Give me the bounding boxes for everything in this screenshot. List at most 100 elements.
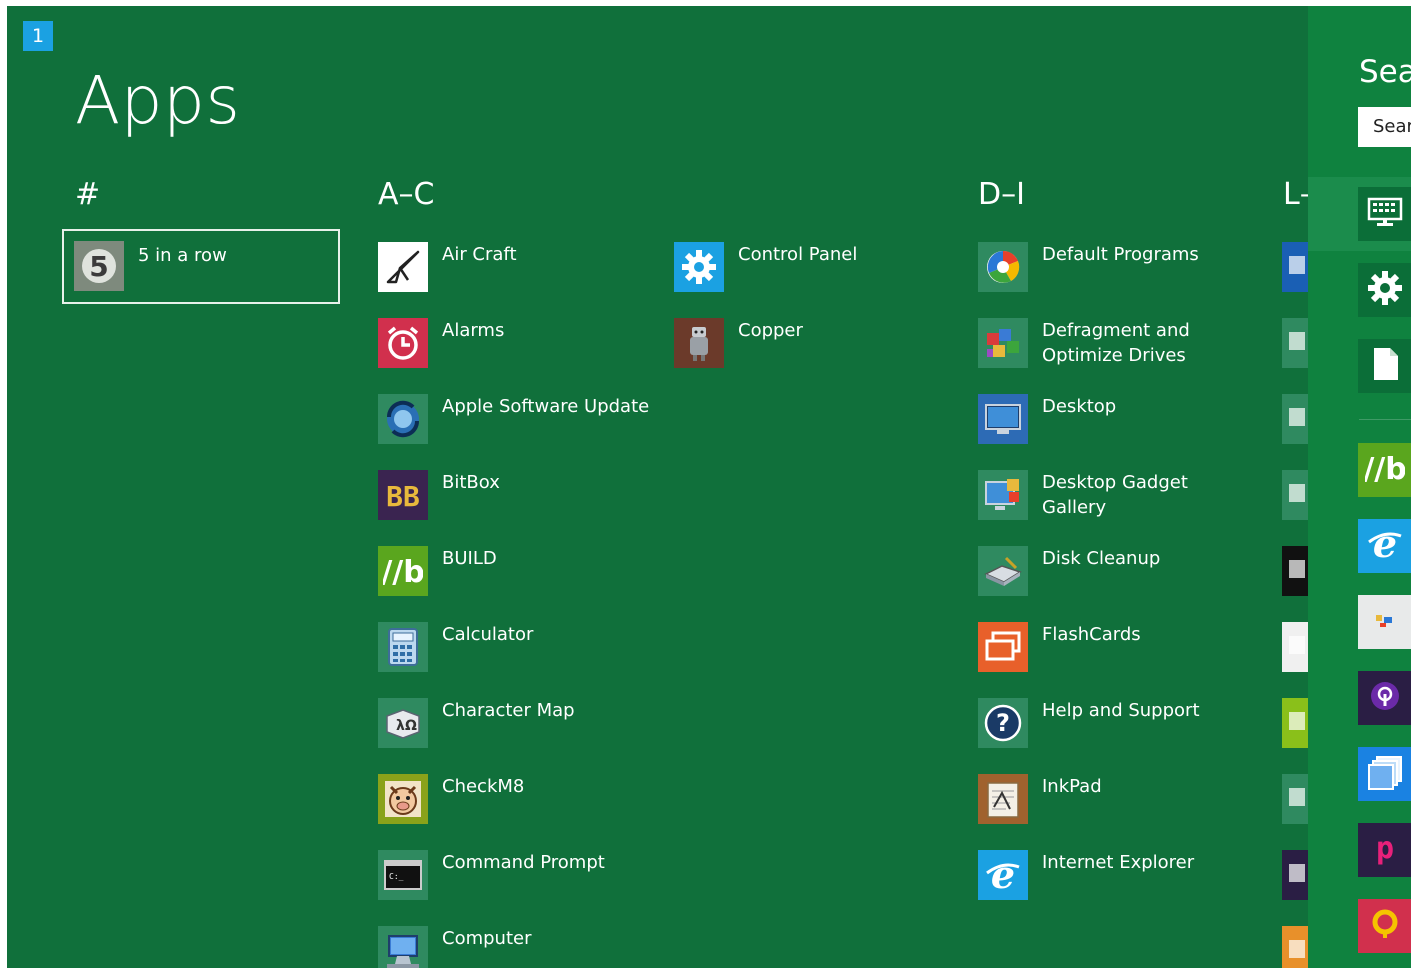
charm-flashcards-stack[interactable] bbox=[1358, 747, 1411, 801]
apple-update-icon bbox=[378, 394, 428, 444]
app-label: BitBox bbox=[442, 472, 500, 493]
app-tile[interactable] bbox=[1282, 850, 1308, 900]
control-panel-gear-icon bbox=[674, 242, 724, 292]
charm-internet-explorer[interactable]: e bbox=[1358, 519, 1411, 573]
app-tile[interactable]: Desktop bbox=[978, 394, 1268, 454]
settings-gear-icon bbox=[1366, 269, 1404, 311]
app-label: CheckM8 bbox=[442, 776, 525, 797]
partial-app-icon bbox=[1285, 934, 1305, 968]
charm-p-app[interactable]: p bbox=[1358, 823, 1411, 877]
partial-app-icon bbox=[1285, 554, 1305, 588]
search-app-icon bbox=[1367, 906, 1403, 946]
app-label: Alarms bbox=[442, 320, 505, 341]
app-tile[interactable] bbox=[1282, 622, 1308, 672]
document-icon bbox=[1370, 346, 1400, 386]
internet-explorer-icon: e bbox=[978, 850, 1028, 900]
app-label: Desktop Gadget Gallery bbox=[1042, 472, 1188, 518]
app-tile[interactable]: e Internet Explorer bbox=[978, 850, 1268, 910]
app-label: Air Craft bbox=[442, 244, 517, 265]
map-app-icon bbox=[1370, 605, 1400, 639]
app-tile[interactable]: CheckM8 bbox=[378, 774, 668, 834]
app-tile[interactable]: Disk Cleanup bbox=[978, 546, 1268, 606]
app-tile[interactable]: Air Craft bbox=[378, 242, 668, 302]
disk-cleanup-icon bbox=[978, 546, 1028, 596]
charm-map-app[interactable] bbox=[1358, 595, 1411, 649]
app-tile[interactable]: Copper bbox=[674, 318, 964, 378]
group-header-d-i[interactable]: D–I bbox=[978, 180, 1025, 210]
charm-build[interactable]: //b bbox=[1358, 443, 1411, 497]
page-title: Apps bbox=[75, 62, 241, 139]
svg-text:e: e bbox=[991, 855, 1015, 895]
app-tile[interactable]: Computer bbox=[378, 926, 668, 968]
app-tile[interactable]: Desktop Gadget Gallery bbox=[978, 470, 1268, 530]
app-tile[interactable]: InkPad bbox=[978, 774, 1268, 834]
screen-number-badge: 1 bbox=[23, 21, 53, 51]
app-tile[interactable] bbox=[1282, 774, 1308, 824]
app-tile[interactable] bbox=[1282, 318, 1308, 368]
app-tile[interactable] bbox=[1282, 926, 1308, 968]
app-label: InkPad bbox=[1042, 776, 1102, 797]
app-tile[interactable]: Apple Software Update bbox=[378, 394, 668, 454]
group-header-a-c[interactable]: A–C bbox=[378, 180, 434, 210]
charm-document[interactable] bbox=[1358, 339, 1411, 393]
app-tile[interactable]: BB BitBox bbox=[378, 470, 668, 530]
partial-app-icon bbox=[1285, 858, 1305, 892]
svg-text:e: e bbox=[1372, 524, 1396, 564]
internet-explorer-icon: e bbox=[1365, 521, 1405, 568]
app-label: Computer bbox=[442, 928, 532, 949]
app-tile[interactable]: //b BUILD bbox=[378, 546, 668, 606]
p-app-icon: p bbox=[1367, 830, 1403, 870]
charm-divider bbox=[1359, 419, 1411, 420]
group-header-hash[interactable]: # bbox=[75, 180, 100, 210]
app-tile[interactable]: C:_ Command Prompt bbox=[378, 850, 668, 910]
defragment-icon bbox=[978, 318, 1028, 368]
app-label: Defragment and Optimize Drives bbox=[1042, 320, 1190, 366]
five-in-a-row-icon: 5 bbox=[74, 241, 124, 291]
partial-app-icon bbox=[1285, 706, 1305, 740]
app-label: BUILD bbox=[442, 548, 497, 569]
flashcards-icon bbox=[978, 622, 1028, 672]
app-tile[interactable]: Default Programs bbox=[978, 242, 1268, 302]
svg-text:Ω: Ω bbox=[405, 718, 417, 734]
app-tile[interactable]: ? Help and Support bbox=[978, 698, 1268, 758]
app-label: Command Prompt bbox=[442, 852, 605, 873]
app-label: Default Programs bbox=[1042, 244, 1199, 265]
podcast-icon bbox=[1367, 678, 1403, 718]
command-prompt-icon: C:_ bbox=[378, 850, 428, 900]
app-label: Character Map bbox=[442, 700, 575, 721]
desktop-icon bbox=[978, 394, 1028, 444]
app-tile[interactable]: Control Panel bbox=[674, 242, 964, 302]
app-label: Calculator bbox=[442, 624, 534, 645]
partial-app-icon bbox=[1285, 782, 1305, 816]
app-tile[interactable]: Calculator bbox=[378, 622, 668, 682]
app-tile[interactable] bbox=[1282, 698, 1308, 748]
keyboard-icon bbox=[1365, 195, 1405, 233]
app-tile[interactable] bbox=[1282, 394, 1308, 444]
svg-text:BB: BB bbox=[386, 480, 420, 510]
bitbox-icon: BB bbox=[378, 470, 428, 520]
charm-search-app[interactable] bbox=[1358, 899, 1411, 953]
paper-plane-icon bbox=[378, 242, 428, 292]
svg-text:λ: λ bbox=[396, 718, 405, 734]
checkm8-icon bbox=[378, 774, 428, 824]
svg-text:?: ? bbox=[996, 709, 1010, 737]
inkpad-icon bbox=[978, 774, 1028, 824]
charm-settings-gear[interactable] bbox=[1358, 263, 1411, 317]
partial-app-icon bbox=[1285, 402, 1305, 436]
app-label: Control Panel bbox=[738, 244, 858, 265]
app-tile[interactable] bbox=[1282, 242, 1308, 292]
svg-text://b: //b bbox=[383, 555, 423, 588]
app-tile[interactable]: Alarms bbox=[378, 318, 668, 378]
app-tile[interactable] bbox=[1282, 546, 1308, 596]
charm-podcast[interactable] bbox=[1358, 671, 1411, 725]
app-tile-5-in-a-row[interactable]: 5 5 in a row bbox=[62, 229, 340, 304]
app-tile[interactable]: FlashCards bbox=[978, 622, 1268, 682]
app-label: Internet Explorer bbox=[1042, 852, 1195, 873]
charm-keyboard[interactable] bbox=[1358, 187, 1411, 241]
copper-robot-icon bbox=[674, 318, 724, 368]
search-input[interactable]: Sear bbox=[1358, 107, 1411, 147]
app-tile[interactable]: λ Ω Character Map bbox=[378, 698, 668, 758]
app-tile[interactable]: Defragment and Optimize Drives bbox=[978, 318, 1268, 378]
app-label: Apple Software Update bbox=[442, 396, 650, 417]
app-tile[interactable] bbox=[1282, 470, 1308, 520]
